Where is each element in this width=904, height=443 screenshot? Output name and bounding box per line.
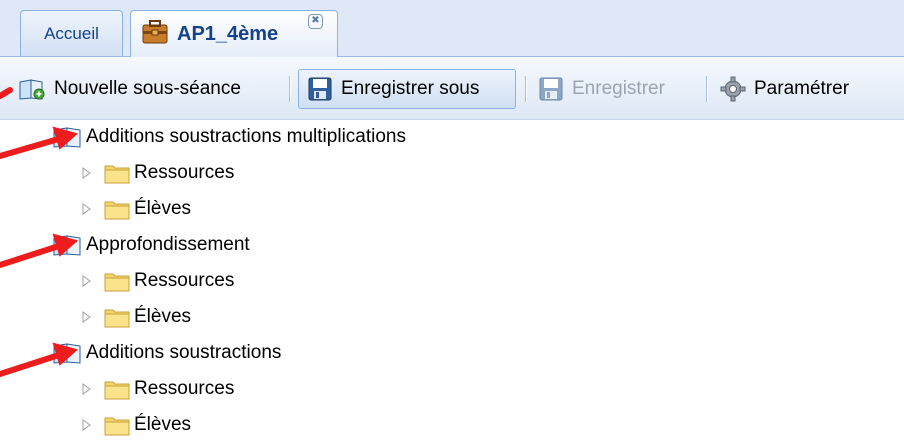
folder-label: Ressources (134, 270, 235, 291)
configure-label: Paramétrer (754, 78, 850, 99)
tree-folder[interactable]: Ressources (80, 263, 234, 299)
session-label: Approfondissement (86, 234, 250, 255)
tree-folder[interactable]: Ressources (80, 371, 234, 407)
folder-icon (104, 378, 130, 400)
folder-icon (104, 306, 130, 328)
triangle-right-icon[interactable] (80, 418, 94, 432)
folder-label: Élèves (134, 306, 192, 327)
save-as-label: Enregistrer sous (341, 78, 480, 99)
open-book-icon (52, 233, 82, 257)
open-book-icon (52, 125, 82, 149)
folder-label: Élèves (134, 198, 192, 219)
tab-accueil-label: Accueil (44, 23, 99, 43)
folder-icon (104, 198, 130, 220)
save-as-button[interactable]: Enregistrer sous (298, 69, 516, 109)
tree-folder[interactable]: Élèves (80, 299, 191, 335)
triangle-right-icon[interactable] (80, 166, 94, 180)
tree-session[interactable]: Approfondissement (52, 227, 250, 263)
close-icon[interactable]: ✖ (308, 14, 323, 29)
new-subsession-button[interactable]: Nouvelle sous-séance (18, 69, 241, 109)
configure-button[interactable]: Paramétrer (720, 69, 849, 109)
folder-label: Élèves (134, 414, 192, 435)
triangle-right-icon[interactable] (80, 382, 94, 396)
triangle-right-icon[interactable] (80, 274, 94, 288)
tab-ap1-4eme-label: AP1_4ème (177, 22, 279, 45)
tree-folder[interactable]: Élèves (80, 407, 191, 443)
floppy-disk-icon (538, 76, 564, 102)
folder-icon (104, 270, 130, 292)
open-book-add-icon (18, 77, 46, 101)
toolbar-separator (289, 76, 290, 102)
folder-icon (104, 162, 130, 184)
floppy-disk-icon (307, 76, 333, 102)
toolbar: Nouvelle sous-séance Enregistrer sous En… (0, 57, 904, 120)
folder-label: Ressources (134, 378, 235, 399)
folder-label: Ressources (134, 162, 235, 183)
tab-accueil[interactable]: Accueil (20, 10, 123, 56)
tab-ap1-4eme[interactable]: AP1_4ème ✖ (130, 10, 338, 57)
toolbar-separator (706, 76, 707, 102)
tab-strip: Accueil AP1_4ème ✖ (0, 0, 904, 57)
session-label: Additions soustractions (86, 342, 282, 363)
save-button[interactable]: Enregistrer (538, 69, 665, 109)
session-label: Additions soustractions multiplications (86, 126, 406, 147)
tree-session[interactable]: Additions soustractions multiplications (52, 119, 406, 155)
tree-folder[interactable]: Ressources (80, 155, 234, 191)
triangle-right-icon[interactable] (80, 310, 94, 324)
save-label: Enregistrer (572, 78, 665, 99)
gear-icon (720, 76, 746, 102)
tree-session[interactable]: Additions soustractions (52, 335, 281, 371)
folder-icon (104, 414, 130, 436)
new-subsession-label: Nouvelle sous-séance (54, 78, 241, 99)
triangle-right-icon[interactable] (80, 202, 94, 216)
tree-folder[interactable]: Élèves (80, 191, 191, 227)
toolbar-separator (525, 76, 526, 102)
briefcase-icon (141, 19, 169, 50)
open-book-icon (52, 341, 82, 365)
